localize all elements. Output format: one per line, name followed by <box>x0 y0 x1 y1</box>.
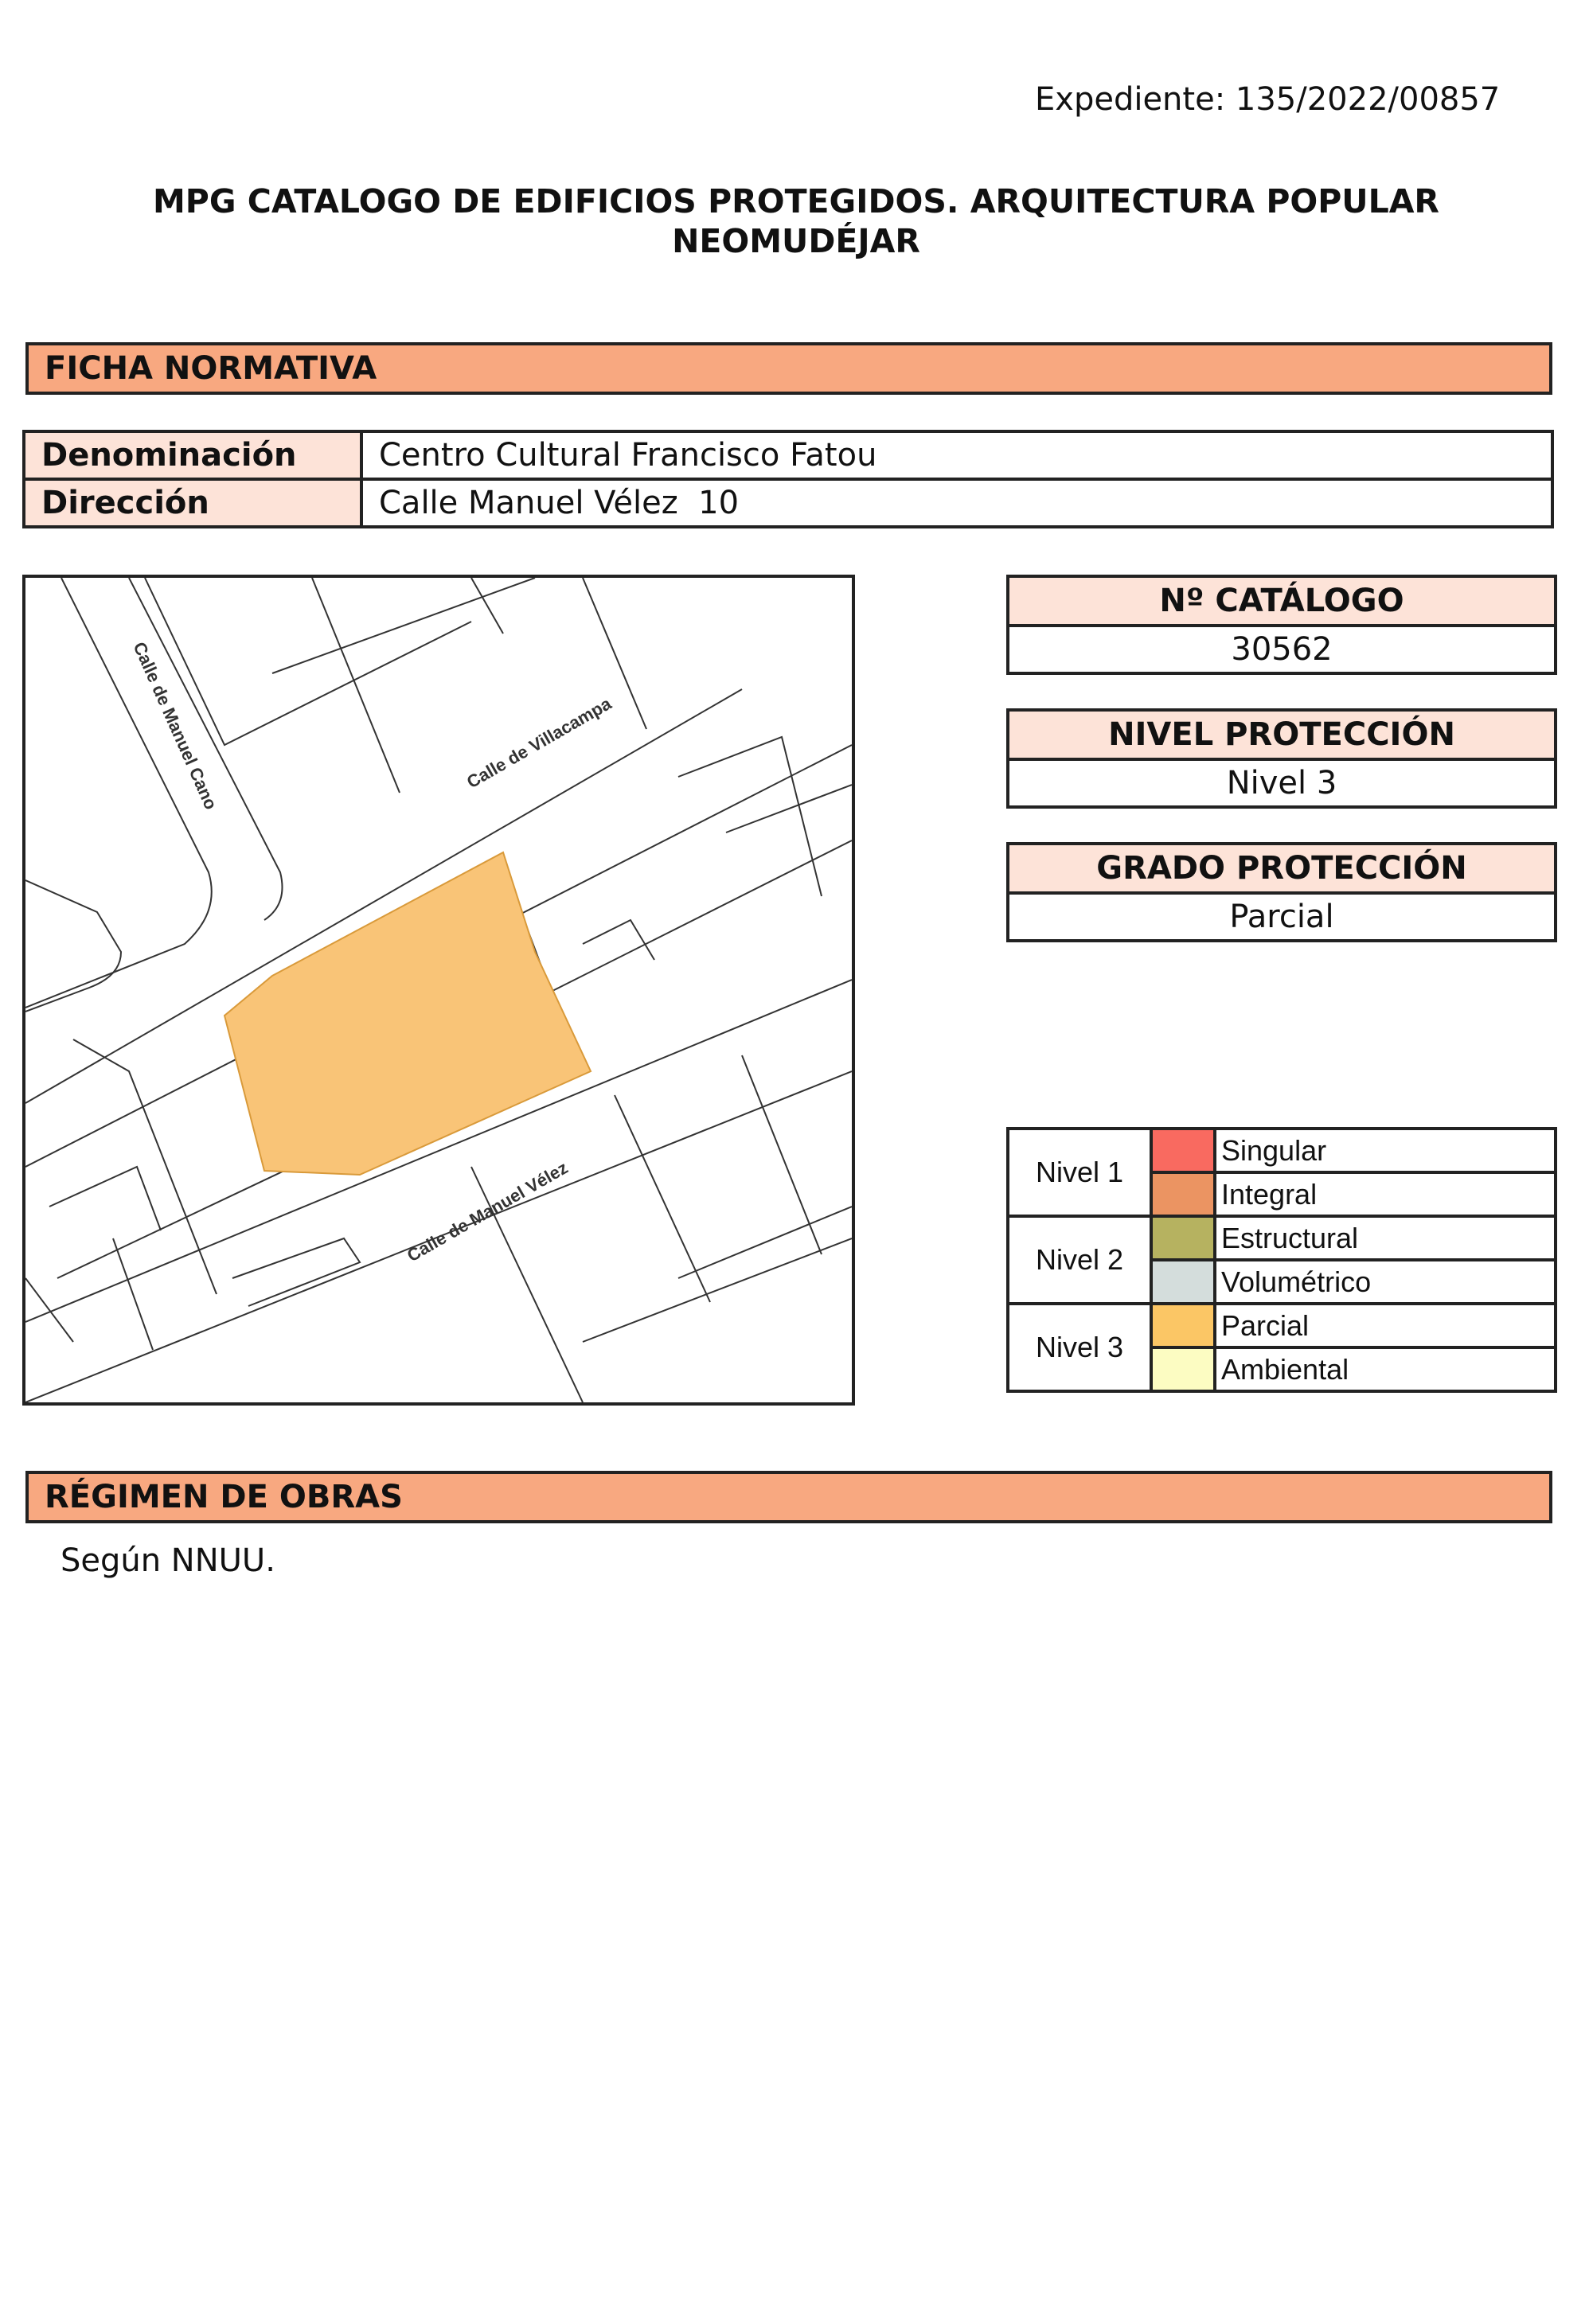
legend-item-label: Volumétrico <box>1213 1258 1557 1305</box>
legend-row: Nivel 3 Parcial <box>1006 1302 1557 1393</box>
regimen-obras-header: RÉGIMEN DE OBRAS <box>25 1471 1552 1523</box>
ficha-normativa-header: FICHA NORMATIVA <box>25 342 1552 395</box>
legend-swatch <box>1150 1127 1216 1174</box>
parcel-line <box>25 1277 74 1343</box>
parcel-line <box>112 1238 154 1351</box>
protection-legend: Nivel 1 Singular Integral Nivel 2 Estruc… <box>1006 1127 1557 1393</box>
street-label-manuel-velez: Calle de Manuel Vélez <box>404 1157 572 1265</box>
grado-proteccion-value: Parcial <box>1229 899 1334 935</box>
denominacion-value: Centro Cultural Francisco Fatou <box>360 430 1554 481</box>
identification-table: Denominación Centro Cultural Francisco F… <box>22 430 1554 528</box>
cadastral-plan: Calle de Manuel Cano Calle de Villacampa… <box>25 578 852 1402</box>
grado-proteccion-label: GRADO PROTECCIÓN <box>1009 845 1554 895</box>
denominacion-label: Denominación <box>22 430 363 481</box>
parcel-line <box>725 784 852 833</box>
nivel-proteccion-box: NIVEL PROTECCIÓN Nivel 3 <box>1006 708 1557 809</box>
parcel-line <box>582 918 655 961</box>
parcel-line <box>232 1237 361 1307</box>
grado-proteccion-box: GRADO PROTECCIÓN Parcial <box>1006 842 1557 942</box>
parcel-line <box>311 578 400 794</box>
legend-swatch <box>1150 1171 1216 1218</box>
legend-row: Nivel 2 Estructural <box>1006 1215 1557 1305</box>
legend-item-label: Estructural <box>1213 1215 1557 1261</box>
legend-level-2: Nivel 2 <box>1006 1215 1153 1305</box>
parcel-line <box>582 1238 852 1343</box>
denominacion-row: Denominación Centro Cultural Francisco F… <box>22 430 1554 481</box>
direccion-row: Dirección Calle Manuel Vélez 10 <box>22 478 1554 528</box>
direccion-value: Calle Manuel Vélez 10 <box>360 478 1554 528</box>
legend-swatch <box>1150 1258 1216 1305</box>
legend-level-1: Nivel 1 <box>1006 1127 1153 1218</box>
parcel-line <box>144 578 472 747</box>
street-label-manuel-cano: Calle de Manuel Cano <box>129 639 221 813</box>
regimen-obras-text: Según NNUU. <box>61 1542 275 1579</box>
catalogo-box: Nº CATÁLOGO 30562 <box>1006 575 1557 675</box>
document-title: MPG CATALOGO DE EDIFICIOS PROTEGIDOS. AR… <box>119 181 1473 261</box>
street-edge <box>128 578 283 921</box>
parcel-line <box>677 735 822 897</box>
legend-item-label: Integral <box>1213 1171 1557 1218</box>
parcel-line <box>470 578 504 634</box>
legend-item-label: Singular <box>1213 1127 1557 1174</box>
parcel-line <box>677 1206 852 1279</box>
nivel-proteccion-label: NIVEL PROTECCIÓN <box>1009 712 1554 761</box>
title-line-2: NEOMUDÉJAR <box>672 222 920 260</box>
street-edge <box>25 578 213 1008</box>
legend-swatch <box>1150 1302 1216 1349</box>
legend-row: Nivel 1 Singular <box>1006 1127 1557 1218</box>
legend-swatch <box>1150 1215 1216 1261</box>
street-label-villacampa: Calle de Villacampa <box>463 693 615 793</box>
legend-item-label: Ambiental <box>1213 1346 1557 1393</box>
parcel-line <box>72 1039 217 1295</box>
parcel-line <box>271 578 536 674</box>
catalogo-label: Nº CATÁLOGO <box>1009 578 1554 627</box>
legend-swatch <box>1150 1346 1216 1393</box>
legend-item-label: Parcial <box>1213 1302 1557 1349</box>
location-map: Calle de Manuel Cano Calle de Villacampa… <box>22 575 855 1406</box>
nivel-proteccion-value: Nivel 3 <box>1226 765 1337 801</box>
catalogo-value: 30562 <box>1231 631 1333 668</box>
expediente-number: Expediente: 135/2022/00857 <box>1035 81 1501 118</box>
parcel-line <box>502 840 852 993</box>
street-edge <box>25 879 123 1012</box>
direccion-label: Dirección <box>22 478 363 528</box>
legend-level-3: Nivel 3 <box>1006 1302 1153 1393</box>
title-line-1: MPG CATALOGO DE EDIFICIOS PROTEGIDOS. AR… <box>153 182 1439 220</box>
parcel-line <box>49 1165 162 1231</box>
